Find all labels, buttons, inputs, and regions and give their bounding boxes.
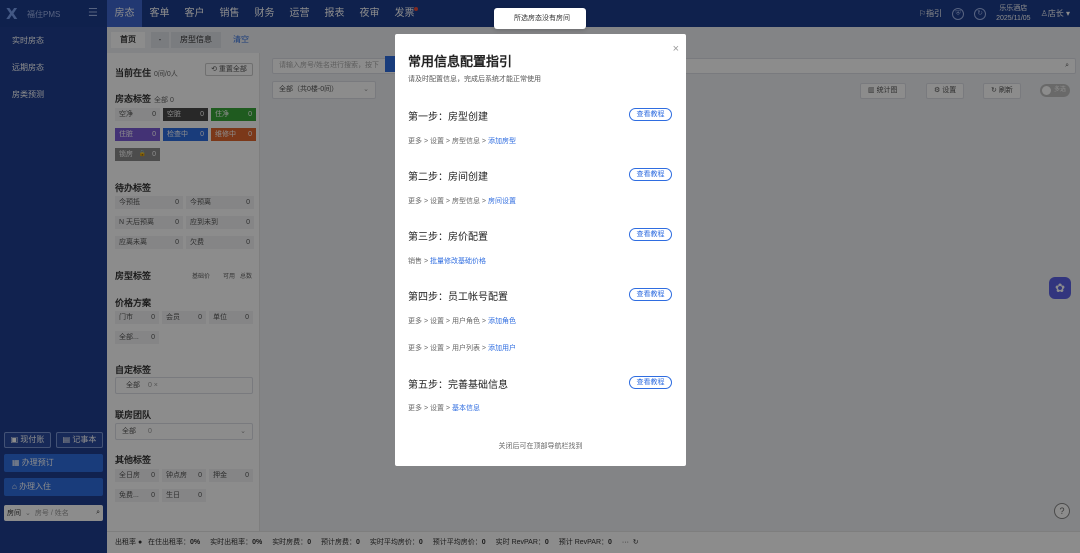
step-4-link-2[interactable]: 添加用户: [488, 345, 516, 352]
toast-message: 所选房态没有房间: [494, 8, 586, 29]
step-3-path-text: 销售 >: [408, 258, 429, 265]
step-2-path: 更多 > 设置 > 房型信息 > 房间设置: [408, 196, 516, 206]
step-1-link[interactable]: 添加房型: [488, 138, 516, 145]
step-4-path: 更多 > 设置 > 用户角色 > 添加角色: [408, 316, 516, 326]
step-3-title: 第三步：房价配置: [408, 232, 488, 243]
step-4-path-text: 更多 > 设置 > 用户角色 >: [408, 318, 486, 325]
step-5-link[interactable]: 基本信息: [452, 405, 480, 412]
step-5-title: 第五步：完善基础信息: [408, 380, 508, 391]
step-2-tutorial-button[interactable]: 查看教程: [629, 168, 672, 181]
modal-title: 常用信息配置指引: [408, 54, 513, 69]
step-1-path: 更多 > 设置 > 房型信息 > 添加房型: [408, 136, 516, 146]
config-guide-modal: 常用信息配置指引 请及时配置信息，完成后系统才能正常使用 × 第一步：房型创建 …: [395, 34, 686, 466]
modal-footer-note: 关闭后可在顶部导航栏找到: [498, 443, 583, 450]
modal-subtitle: 请及时配置信息，完成后系统才能正常使用: [408, 76, 541, 83]
step-5-path-text: 更多 > 设置 >: [408, 405, 451, 412]
step-3-link[interactable]: 批量修改基础价格: [430, 258, 486, 265]
step-3-tutorial-button[interactable]: 查看教程: [629, 228, 672, 241]
step-2-title: 第二步：房间创建: [408, 172, 488, 183]
step-4-path2-text: 更多 > 设置 > 用户列表 >: [408, 345, 486, 352]
step-4-tutorial-button[interactable]: 查看教程: [629, 288, 672, 301]
step-1-path-text: 更多 > 设置 > 房型信息 >: [408, 138, 486, 145]
step-5-path: 更多 > 设置 > 基本信息: [408, 403, 480, 413]
step-1-tutorial-button[interactable]: 查看教程: [629, 108, 672, 121]
step-4-title: 第四步：员工帐号配置: [408, 292, 508, 303]
step-4-link[interactable]: 添加角色: [488, 318, 516, 325]
step-3-path: 销售 > 批量修改基础价格: [408, 256, 486, 266]
step-4-path-2: 更多 > 设置 > 用户列表 > 添加用户: [408, 343, 516, 353]
close-icon[interactable]: ×: [673, 43, 679, 55]
step-1-title: 第一步：房型创建: [408, 112, 488, 123]
step-2-link[interactable]: 房间设置: [488, 198, 516, 205]
step-2-path-text: 更多 > 设置 > 房型信息 >: [408, 198, 486, 205]
step-5-tutorial-button[interactable]: 查看教程: [629, 376, 672, 389]
